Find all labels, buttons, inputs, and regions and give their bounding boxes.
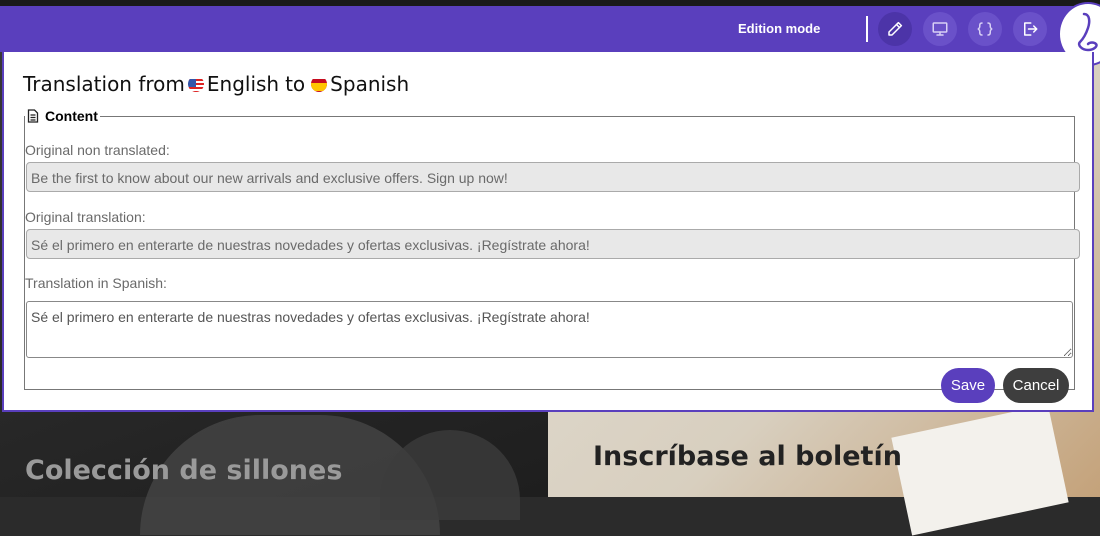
dialog-title-prefix: Translation from	[23, 72, 185, 96]
edition-mode-label: Edition mode	[738, 21, 821, 36]
dialog-title-middle: to	[285, 72, 306, 96]
logout-icon	[1024, 22, 1038, 36]
toolbar-divider	[866, 16, 868, 42]
translation-dialog: Translation from English to Spanish Cont…	[2, 52, 1094, 412]
braces-icon	[977, 22, 993, 36]
content-legend: Content	[25, 108, 100, 124]
user-figure-icon	[1077, 12, 1098, 52]
preview-button[interactable]	[923, 12, 957, 46]
spain-flag-icon	[311, 76, 328, 92]
us-flag-icon	[187, 76, 204, 92]
content-legend-label: Content	[45, 108, 98, 124]
original-label: Original non translated:	[25, 142, 170, 158]
original-text-field: Be the first to know about our new arriv…	[26, 162, 1080, 192]
collection-title[interactable]: Colección de sillones	[25, 455, 342, 486]
edit-mode-button[interactable]	[878, 12, 912, 46]
newsletter-title: Inscríbase al boletín	[593, 441, 902, 472]
original-translation-field: Sé el primero en enterarte de nuestras n…	[26, 229, 1080, 259]
cancel-button[interactable]: Cancel	[1003, 368, 1069, 403]
admin-toolbar: Edition mode	[0, 2, 1100, 66]
translation-textarea[interactable]: Sé el primero en enterarte de nuestras n…	[26, 301, 1073, 358]
target-language: Spanish	[330, 72, 410, 96]
pencil-icon	[888, 21, 903, 36]
original-translation-label: Original translation:	[25, 209, 146, 225]
document-icon	[27, 109, 39, 123]
logout-button[interactable]	[1013, 12, 1047, 46]
source-language: English	[206, 72, 280, 96]
dialog-title: Translation from English to Spanish	[23, 72, 409, 96]
content-fieldset: Content Original non translated: Be the …	[24, 108, 1080, 403]
code-button[interactable]	[968, 12, 1002, 46]
translation-label: Translation in Spanish:	[25, 275, 167, 291]
monitor-icon	[932, 22, 948, 36]
save-button[interactable]: Save	[941, 368, 995, 403]
